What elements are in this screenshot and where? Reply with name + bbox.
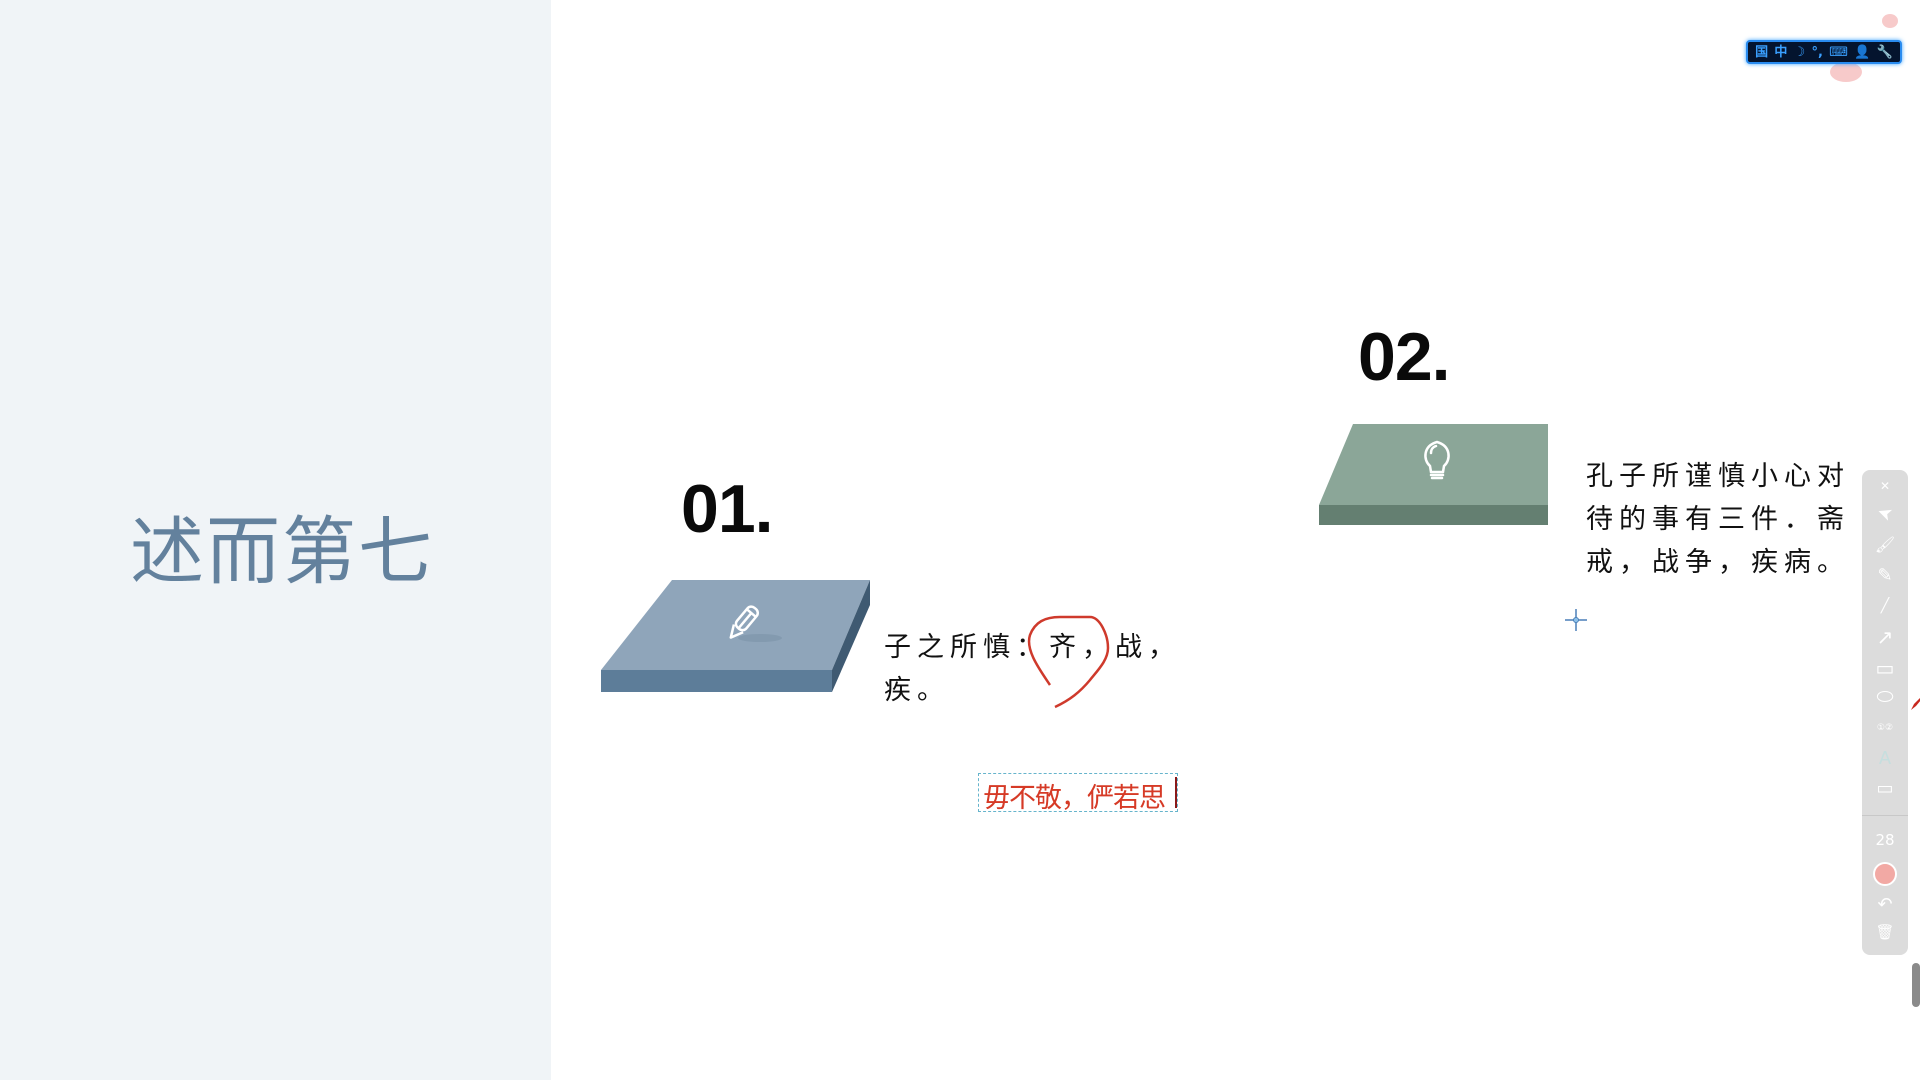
- pen-size-value[interactable]: 28: [1862, 828, 1908, 852]
- step-2-number: 02.: [1358, 319, 1451, 395]
- numbering-icon[interactable]: ①②: [1862, 715, 1908, 741]
- crosshair-cursor-icon: [1565, 609, 1587, 631]
- annotation-toolbar: ✕ ➤ 🖌 ✎ ╱ ↗ ▭ ⬭ ①② A ▭ 28 ↶ 🗑: [1862, 470, 1908, 955]
- line-icon[interactable]: ╱: [1862, 593, 1908, 619]
- user-icon[interactable]: 👤: [1854, 46, 1870, 59]
- lightbulb-icon: [1424, 440, 1450, 480]
- decorative-blob: [1882, 14, 1898, 28]
- pen-cursor-icon: [1911, 698, 1920, 710]
- pen-color-swatch[interactable]: [1862, 861, 1908, 887]
- whiteboard-icon[interactable]: ▭: [1862, 775, 1908, 801]
- wrench-icon[interactable]: 🔧: [1877, 46, 1893, 59]
- undo-icon[interactable]: ↶: [1862, 892, 1908, 916]
- ime-toolbar[interactable]: 国 中 ☽ °, ⌨ 👤 🔧: [1746, 40, 1902, 64]
- text-caret: [1175, 777, 1177, 808]
- rectangle-icon[interactable]: ▭: [1862, 655, 1908, 681]
- pencil-icon: [729, 605, 760, 639]
- keyboard-icon[interactable]: ⌨: [1829, 46, 1848, 59]
- color-dot: [1873, 862, 1897, 886]
- punctuation-icon[interactable]: °,: [1812, 46, 1823, 59]
- ime-chinese-toggle[interactable]: 中: [1774, 46, 1787, 59]
- step-1-slab-front: [601, 670, 832, 692]
- step-2-text: 孔子所谨慎小心对待的事有三件．斋戒，战争，疾病。: [1586, 461, 1850, 578]
- trash-icon[interactable]: 🗑: [1862, 920, 1908, 944]
- left-panel: 述而第七: [0, 0, 551, 1080]
- highlighter-icon[interactable]: ✎: [1862, 562, 1908, 588]
- step-2-slab-front: [1319, 505, 1548, 525]
- annotation-text[interactable]: 毋不敬，俨若思: [983, 776, 1166, 815]
- ellipse-icon[interactable]: ⬭: [1862, 683, 1908, 709]
- step-1-slab-side: [832, 580, 870, 692]
- annotation-textbox[interactable]: 毋不敬，俨若思: [978, 773, 1178, 815]
- decorative-bow: [1830, 62, 1862, 82]
- step-1-number: 01.: [681, 471, 774, 547]
- ime-mode-icon[interactable]: 国: [1755, 46, 1768, 59]
- scrollbar-thumb[interactable]: [1912, 963, 1920, 1007]
- section-title: 述而第七: [130, 509, 434, 595]
- arrow-tool-icon[interactable]: ↗: [1862, 624, 1908, 650]
- text-tool-icon[interactable]: A: [1862, 745, 1908, 771]
- select-arrow-icon[interactable]: ➤: [1859, 493, 1911, 533]
- toolbar-divider: [1862, 815, 1908, 816]
- brush-icon[interactable]: 🖌: [1862, 531, 1908, 557]
- step-1-text: 子之所慎：齐，战，疾。: [884, 632, 1181, 706]
- moon-icon[interactable]: ☽: [1794, 46, 1806, 59]
